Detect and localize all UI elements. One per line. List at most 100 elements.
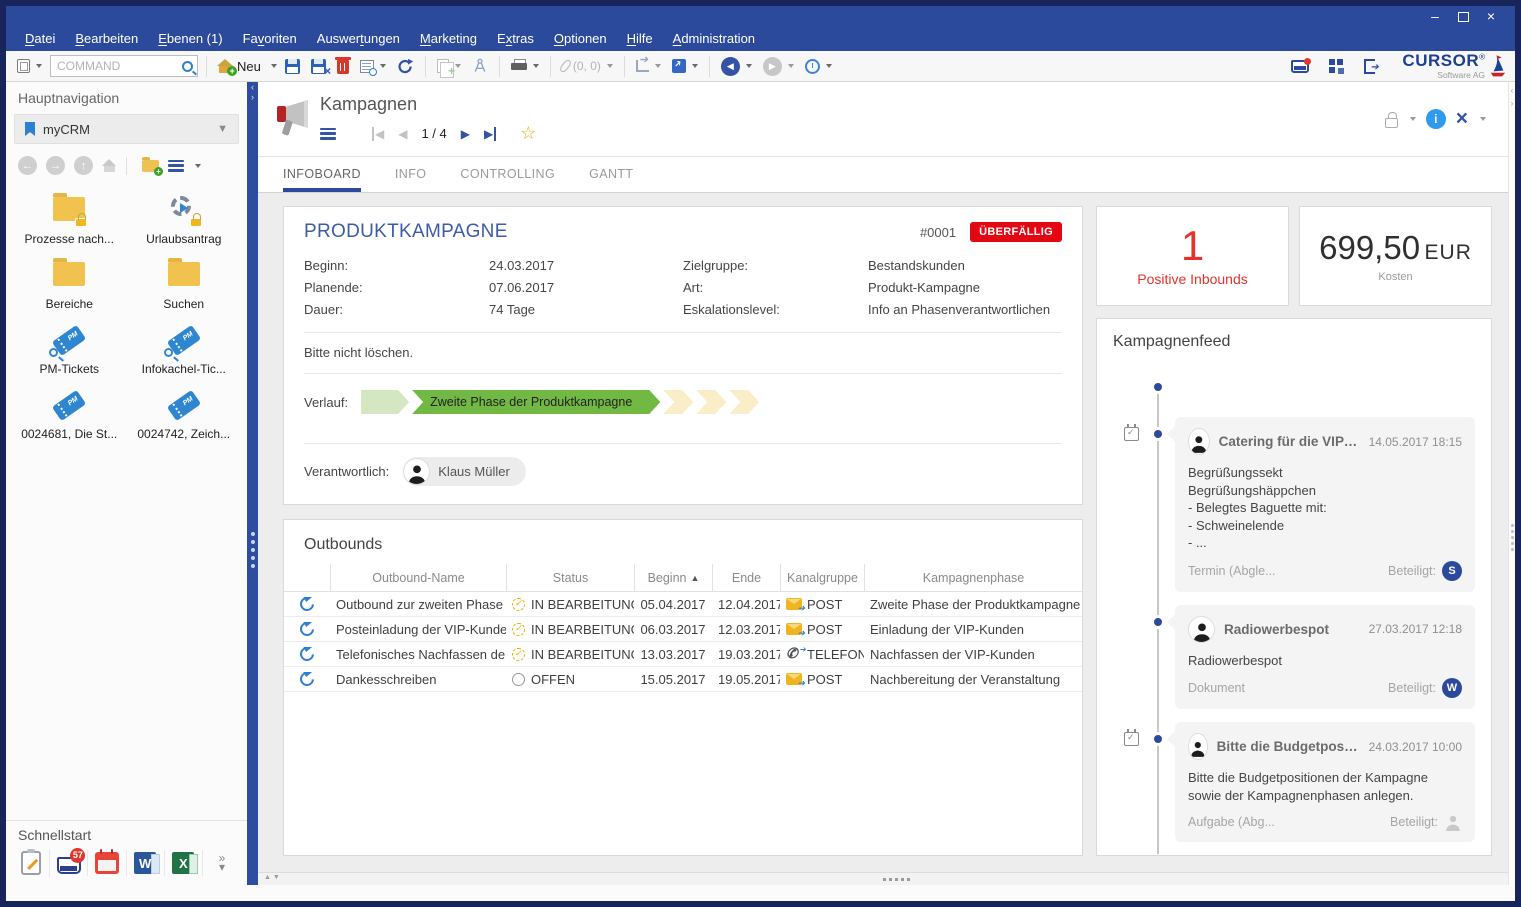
outbound-row[interactable]: Posteinladung der VIP-Kunden IN BEARBEIT… <box>284 617 1082 642</box>
tab[interactable]: CONTROLLING <box>460 157 555 192</box>
command-input[interactable] <box>57 59 182 73</box>
outbound-row[interactable]: Outbound zur zweiten Phase IN BEARBEITUN… <box>284 592 1082 617</box>
copy-record-button[interactable] <box>434 57 464 75</box>
dropdown-caret[interactable] <box>380 64 386 68</box>
sidebar-item[interactable]: Infokachel-Tic... <box>127 319 242 380</box>
splitter-arrows[interactable]: ▲▼ <box>264 874 282 881</box>
search-icon[interactable] <box>182 61 193 72</box>
outbound-row[interactable]: Telefonisches Nachfassen der IN BEARBEIT… <box>284 642 1082 667</box>
dropdown-caret[interactable] <box>607 64 613 68</box>
dropdown-caret[interactable] <box>1480 117 1486 121</box>
sidebar-item[interactable]: Prozesse nach... <box>12 189 127 250</box>
nav-back-button[interactable]: ← <box>18 156 37 175</box>
menu-item[interactable]: Optionen <box>545 28 616 49</box>
menu-item[interactable]: Hilfe <box>618 28 662 49</box>
campaign-phase-chevron[interactable]: Zweite Phase der Produktkampagne <box>412 390 660 414</box>
dropdown-caret[interactable] <box>746 64 752 68</box>
tiles-button[interactable] <box>1326 57 1347 76</box>
participant-badge[interactable]: W <box>1442 678 1462 698</box>
previous-record-button[interactable]: ◀ <box>398 127 407 141</box>
back-button[interactable]: ◀ <box>718 55 755 78</box>
send-button[interactable] <box>633 58 664 74</box>
compass-button[interactable] <box>469 56 491 76</box>
nav-up-button[interactable]: ↑ <box>74 156 93 175</box>
participant-badge[interactable]: S <box>1442 561 1462 581</box>
dropdown-caret[interactable] <box>455 64 461 68</box>
window-doc-button[interactable] <box>14 57 45 75</box>
record-menu-icon[interactable] <box>320 128 336 140</box>
close-button[interactable]: × <box>1477 8 1505 24</box>
quickstart-more-button[interactable]: »▾ <box>203 852 241 874</box>
home-icon[interactable] <box>102 159 117 172</box>
col-ende[interactable]: Ende <box>712 564 780 591</box>
minimize-button[interactable]: – <box>1421 8 1449 24</box>
save-close-button[interactable]: × <box>308 57 329 76</box>
notifications-button[interactable] <box>1288 58 1312 75</box>
feed-entry[interactable]: Radiowerbespot 27.03.2017 12:18 Radiower… <box>1175 605 1475 710</box>
campaign-phase-chevron[interactable] <box>729 390 759 414</box>
quickstart-inbox-button[interactable]: 57 <box>50 850 88 876</box>
menu-item[interactable]: Bearbeiten <box>66 28 147 49</box>
right-panel-splitter[interactable]: ‹ › <box>1508 82 1515 885</box>
expand-right-icon[interactable]: › <box>1509 99 1515 108</box>
maximize-button[interactable] <box>1449 9 1477 22</box>
next-record-button[interactable]: ▶ <box>461 127 470 141</box>
inbounds-stat-card[interactable]: 1 Positive Inbounds <box>1096 206 1289 306</box>
splitter-grip[interactable] <box>883 878 910 881</box>
close-record-button[interactable]: × <box>1456 110 1468 128</box>
quickstart-calendar-button[interactable] <box>88 850 126 876</box>
expand-right-icon[interactable]: › <box>247 92 258 102</box>
info-icon[interactable]: i <box>1426 109 1446 129</box>
campaign-phase-chevron[interactable] <box>361 390 409 414</box>
forward-button[interactable]: ▶ <box>760 55 797 78</box>
menu-item[interactable]: Auswertungen <box>308 28 409 49</box>
dropdown-caret[interactable] <box>826 64 832 68</box>
dropdown-caret[interactable] <box>788 64 794 68</box>
sidebar-item[interactable]: Urlaubsantrag <box>127 189 242 250</box>
history-button[interactable] <box>802 57 835 76</box>
feed-entry[interactable]: Catering für die VIP Kunden 14.05.2017 1… <box>1175 417 1475 592</box>
first-record-button[interactable]: ◀ <box>372 127 384 141</box>
responsible-chip[interactable]: Klaus Müller <box>403 457 526 486</box>
col-status[interactable]: Status <box>506 564 634 591</box>
splitter-grip[interactable] <box>1511 524 1514 554</box>
new-folder-icon[interactable] <box>142 160 159 172</box>
collapse-left-icon[interactable]: ‹ <box>247 82 258 92</box>
dropdown-caret[interactable] <box>1410 117 1416 121</box>
quickstart-excel-button[interactable]: X <box>165 850 203 876</box>
sidebar-item[interactable]: Suchen <box>127 254 242 315</box>
menu-item[interactable]: Administration <box>664 28 764 49</box>
tab[interactable]: GANTT <box>589 157 633 192</box>
favorite-star-icon[interactable]: ☆ <box>520 123 536 144</box>
menu-item[interactable]: Favoriten <box>234 28 306 49</box>
col-beginn[interactable]: Beginn▲ <box>634 564 712 591</box>
tab[interactable]: INFO <box>395 157 426 192</box>
nav-forward-button[interactable]: → <box>46 156 65 175</box>
print-button[interactable] <box>508 57 542 75</box>
dropdown-caret[interactable] <box>692 64 698 68</box>
save-button[interactable] <box>282 57 303 76</box>
quickstart-word-button[interactable]: W <box>127 850 165 876</box>
sidebar-item[interactable]: 0024681, Die St... <box>12 384 127 445</box>
menu-item[interactable]: Marketing <box>411 28 486 49</box>
col-kampagnenphase[interactable]: Kampagnenphase <box>864 564 1082 591</box>
campaign-phase-chevron[interactable] <box>696 390 726 414</box>
dropdown-caret[interactable] <box>195 164 201 168</box>
bottom-splitter[interactable]: ▲▼ <box>258 872 1508 885</box>
dropdown-caret[interactable] <box>36 64 42 68</box>
cost-stat-card[interactable]: 699,50 EUR Kosten <box>1299 206 1492 306</box>
new-record-caret[interactable] <box>271 64 277 68</box>
sidebar-item[interactable]: Bereiche <box>12 254 127 315</box>
menu-item[interactable]: Extras <box>488 28 543 49</box>
menu-item[interactable]: Ebenen (1) <box>149 28 231 49</box>
logout-button[interactable] <box>1361 57 1378 76</box>
menu-icon[interactable] <box>168 160 184 172</box>
delete-button[interactable] <box>334 56 352 76</box>
col-kanalgruppe[interactable]: Kanalgruppe <box>780 564 864 591</box>
last-record-button[interactable]: ▶ <box>484 127 496 141</box>
lock-icon[interactable] <box>1385 118 1398 128</box>
col-outbound-name[interactable]: Outbound-Name <box>330 564 506 591</box>
attachments-button[interactable]: (0, 0) <box>559 57 616 75</box>
search-records-button[interactable] <box>357 58 389 75</box>
dropdown-caret[interactable] <box>655 64 661 68</box>
